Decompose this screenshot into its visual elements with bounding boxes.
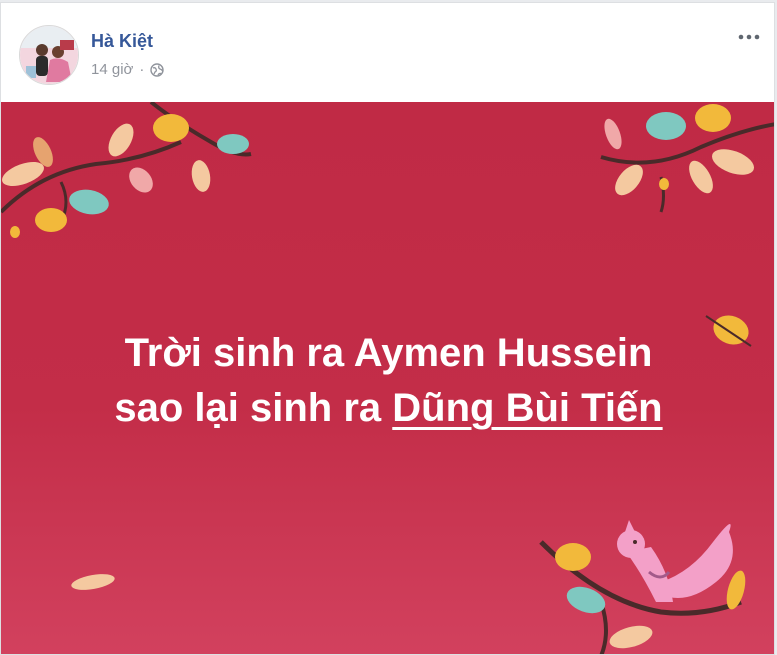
post-header: Hà Kiệt 14 giờ · (1, 3, 774, 102)
avatar[interactable] (19, 25, 79, 85)
status-line-2: sao lại sinh ra Dũng Bùi Tiến (1, 381, 774, 436)
status-line-2-prefix: sao lại sinh ra (114, 386, 382, 430)
post-timestamp[interactable]: 14 giờ (91, 61, 133, 78)
globe-icon[interactable] (150, 62, 165, 77)
status-text: Trời sinh ra Aymen Hussein sao lại sinh … (1, 326, 774, 436)
meta-separator: · (139, 61, 145, 78)
facebook-post: Hà Kiệt 14 giờ · Trời sinh ra Aymen Huss… (0, 2, 775, 655)
author-name-link[interactable]: Hà Kiệt (91, 31, 153, 52)
post-meta: 14 giờ · (91, 61, 165, 78)
more-options-icon[interactable] (736, 27, 762, 47)
mention-link[interactable]: Dũng Bùi Tiến (392, 386, 662, 430)
status-line-1: Trời sinh ra Aymen Hussein (124, 331, 653, 375)
status-background-banner: Trời sinh ra Aymen Hussein sao lại sinh … (1, 102, 774, 654)
